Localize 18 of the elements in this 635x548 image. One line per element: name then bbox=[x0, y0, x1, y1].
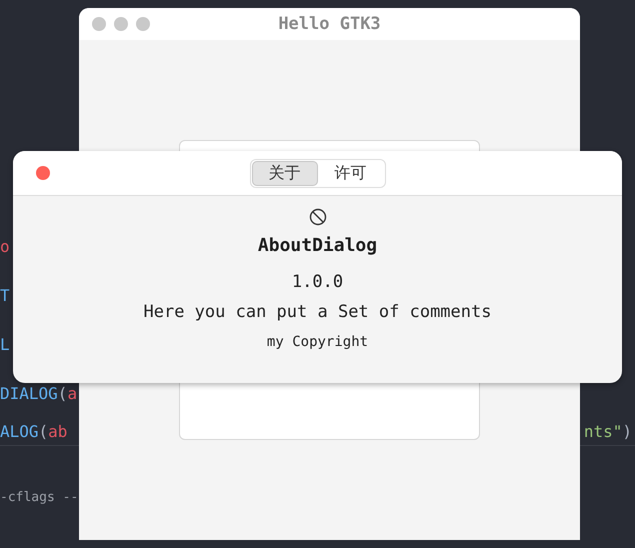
code-text: nts") bbox=[584, 421, 632, 443]
close-button[interactable] bbox=[92, 17, 106, 31]
close-button[interactable] bbox=[36, 166, 50, 180]
window-title: Hello GTK3 bbox=[278, 14, 381, 34]
comments-text: Here you can put a Set of comments bbox=[144, 301, 492, 324]
minimize-button[interactable] bbox=[114, 17, 128, 31]
program-name: AboutDialog bbox=[258, 234, 378, 258]
maximize-button[interactable] bbox=[136, 17, 150, 31]
code-text: L bbox=[0, 334, 10, 356]
copyright-text: my Copyright bbox=[266, 333, 368, 352]
terminal-text: -cflags -- bbox=[0, 490, 78, 505]
code-text: DIALOG(a bbox=[0, 382, 78, 404]
version-text: 1.0.0 bbox=[292, 271, 344, 294]
code-text: ALOG(ab bbox=[0, 421, 68, 443]
prohibited-icon bbox=[308, 208, 326, 226]
code-text: o bbox=[0, 236, 10, 258]
dialog-tab[interactable]: 关于 bbox=[252, 160, 318, 186]
code-text: T bbox=[0, 284, 10, 306]
